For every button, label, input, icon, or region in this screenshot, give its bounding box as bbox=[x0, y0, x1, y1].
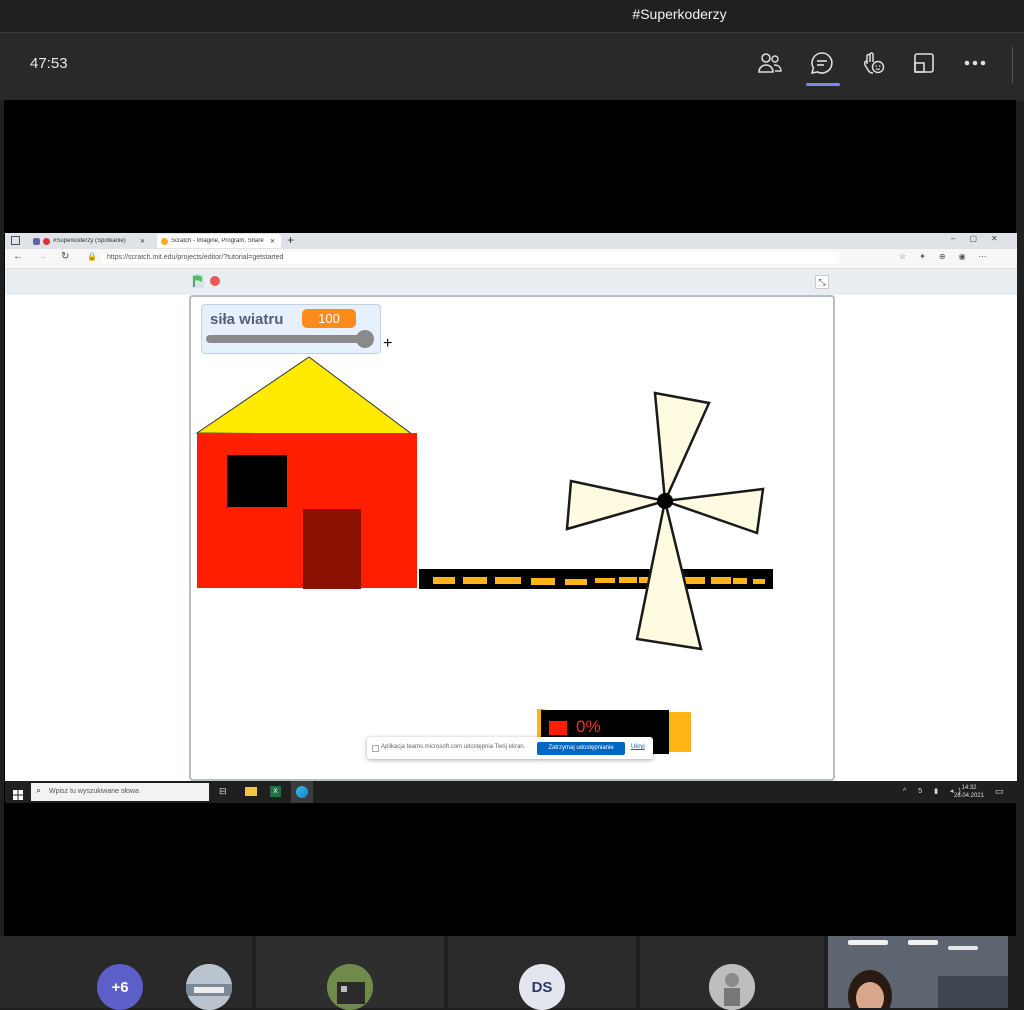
house-door bbox=[303, 509, 361, 589]
file-explorer-icon[interactable] bbox=[245, 787, 257, 796]
scratch-stage[interactable]: siła wiatru 100 + 0% bbox=[189, 295, 835, 781]
stage-sprites bbox=[195, 356, 773, 754]
toolbar-divider bbox=[1012, 47, 1013, 83]
clock-date: 28.04.2021 bbox=[953, 793, 985, 799]
wind-slider[interactable] bbox=[206, 335, 372, 343]
taskbar-search-input[interactable]: Wpisz tu wyszukiwane słowa bbox=[31, 783, 209, 801]
house-roof bbox=[195, 356, 415, 436]
exit-fullscreen-icon[interactable]: ⤡ bbox=[815, 275, 829, 289]
chat-active-indicator bbox=[806, 83, 840, 86]
url-field[interactable]: https://scratch.mit.edu/projects/editor/… bbox=[101, 252, 841, 264]
excel-icon[interactable]: X bbox=[270, 786, 281, 797]
scratch-favicon-icon bbox=[161, 237, 168, 245]
windmill bbox=[565, 391, 765, 651]
title-bar: #Superkoderzy bbox=[0, 0, 1024, 32]
wind-slider-handle[interactable] bbox=[356, 330, 374, 348]
windows-taskbar: Wpisz tu wyszukiwane słowa ⌕ ⊟ X ^ 5 ▮ ◂… bbox=[5, 781, 1017, 803]
battery-percent: 0% bbox=[576, 717, 601, 736]
refresh-icon[interactable]: ↻ bbox=[61, 251, 69, 262]
participant-tile[interactable]: +6 bbox=[0, 936, 252, 1010]
lock-icon: 🔒 bbox=[87, 252, 97, 261]
grip-icon bbox=[372, 745, 379, 752]
clock-time: 14:32 bbox=[961, 785, 977, 791]
shield-icon bbox=[43, 237, 50, 245]
edge-taskbar-button[interactable] bbox=[291, 781, 313, 803]
participant-tile[interactable] bbox=[640, 936, 824, 1010]
notifications-icon[interactable]: ▭ bbox=[995, 786, 1004, 797]
overflow-participants-badge[interactable]: +6 bbox=[97, 964, 143, 1010]
reactions-icon[interactable] bbox=[859, 49, 887, 77]
scratch-controls-bar: ⤡ bbox=[5, 269, 1017, 295]
share-notification-text: Aplikacja teams.microsoft.com udostępnia… bbox=[381, 744, 526, 750]
meeting-toolbar: 47:53 bbox=[0, 32, 1024, 101]
browser-tab-teams[interactable]: #Superkoderzy (Spotkanie) ✕ bbox=[29, 234, 155, 248]
close-icon[interactable]: ✕ bbox=[140, 238, 145, 245]
close-icon[interactable]: ✕ bbox=[270, 238, 275, 245]
browser-toolbar-icons[interactable]: ☆✦⊕◉⋯ bbox=[899, 252, 1009, 261]
taskbar-clock[interactable]: 14:32 28.04.2021 bbox=[951, 784, 987, 800]
more-options-icon[interactable] bbox=[961, 49, 989, 77]
blade-top bbox=[653, 391, 711, 506]
stop-icon[interactable] bbox=[210, 276, 220, 286]
screen-share-notification: Aplikacja teams.microsoft.com udostępnia… bbox=[367, 737, 653, 759]
battery-level bbox=[549, 721, 567, 735]
chat-icon[interactable] bbox=[808, 49, 836, 77]
blade-right bbox=[664, 487, 765, 535]
browser-tab-bar: #Superkoderzy (Spotkanie) ✕ Scratch - Im… bbox=[5, 233, 1017, 249]
shared-screen: #Superkoderzy (Spotkanie) ✕ Scratch - Im… bbox=[5, 233, 1017, 803]
windmill-hub bbox=[657, 493, 673, 509]
people-icon[interactable] bbox=[756, 49, 784, 77]
self-video-tile[interactable] bbox=[828, 936, 1008, 1008]
participant-tile[interactable] bbox=[256, 936, 444, 1010]
hide-link[interactable]: Ukryj bbox=[631, 744, 645, 750]
variable-label: siła wiatru bbox=[210, 311, 284, 328]
browser-address-bar: ← → ↻ 🔒 https://scratch.mit.edu/projects… bbox=[5, 249, 1017, 269]
variable-monitor[interactable]: siła wiatru 100 bbox=[201, 304, 381, 354]
back-icon[interactable]: ← bbox=[13, 251, 23, 262]
crosshair-cursor-icon: + bbox=[383, 335, 393, 352]
window-controls[interactable]: –▢✕ bbox=[951, 234, 1012, 243]
edge-icon bbox=[296, 786, 308, 798]
forward-icon[interactable]: → bbox=[37, 251, 47, 262]
tab-label: Scratch - Imagine, Program, Share bbox=[171, 238, 264, 244]
participant-tile[interactable]: DS bbox=[448, 936, 636, 1010]
self-video-feed bbox=[828, 936, 1008, 1008]
house-window bbox=[227, 455, 287, 507]
share-tray-icon[interactable] bbox=[910, 49, 938, 77]
search-icon: ⌕ bbox=[36, 785, 42, 795]
task-view-icon[interactable]: ⊟ bbox=[219, 786, 227, 797]
blade-left bbox=[565, 479, 666, 531]
participant-avatar[interactable] bbox=[186, 964, 232, 1010]
browser-tab-scratch[interactable]: Scratch - Imagine, Program, Share ✕ bbox=[157, 234, 281, 248]
participant-avatar[interactable] bbox=[709, 964, 755, 1010]
tab-label: #Superkoderzy (Spotkanie) bbox=[53, 238, 126, 244]
green-flag-icon[interactable] bbox=[192, 274, 204, 288]
participant-strip: +6 DS bbox=[0, 936, 1024, 1010]
windows-start-icon[interactable] bbox=[13, 787, 23, 800]
participant-avatar[interactable] bbox=[327, 964, 373, 1010]
participant-initials-avatar[interactable]: DS bbox=[519, 964, 565, 1010]
battery-cap-right bbox=[669, 712, 691, 752]
tab-actions-icon[interactable] bbox=[11, 236, 20, 245]
variable-value: 100 bbox=[302, 309, 356, 328]
meeting-timer: 47:53 bbox=[30, 55, 68, 72]
stop-sharing-button[interactable]: Zatrzymaj udostępnianie bbox=[537, 742, 625, 755]
window-title: #Superkoderzy bbox=[632, 6, 727, 22]
teams-favicon-icon bbox=[33, 237, 40, 245]
new-tab-button[interactable]: + bbox=[287, 233, 294, 247]
